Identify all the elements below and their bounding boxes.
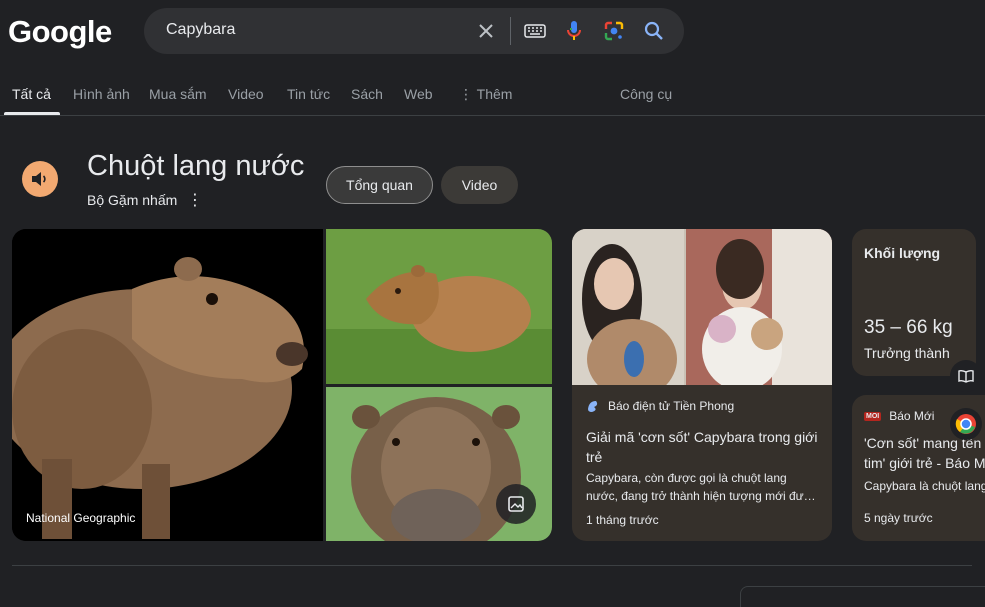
entity-title: Chuột lang nước: [87, 150, 305, 182]
next-section-box: [740, 586, 985, 607]
tab-more-label: Thêm: [476, 86, 513, 102]
news-snippet: Capybara, còn được gọi là chuột lang nướ…: [586, 471, 816, 503]
tab-more[interactable]: ⋮ Thêm: [459, 86, 512, 103]
google-logo[interactable]: Google: [8, 14, 112, 50]
image-credit: National Geographic: [26, 511, 136, 525]
news-source-label: Báo điện tử Tiền Phong: [608, 399, 735, 413]
book-icon[interactable]: [950, 360, 982, 392]
news-card[interactable]: Báo điện tử Tiền Phong Giải mã 'cơn sốt'…: [572, 229, 832, 541]
news-time: 5 ngày trước: [864, 511, 933, 525]
tab-all[interactable]: Tất cả: [12, 86, 51, 102]
news-source-label: Báo Mới: [889, 409, 935, 423]
section-divider: [12, 565, 972, 566]
news-time: 1 tháng trước: [586, 513, 659, 527]
more-options-icon[interactable]: ⋮: [187, 190, 203, 210]
news-title[interactable]: Giải mã 'cơn sốt' Capybara trong giới tr…: [586, 427, 820, 467]
weight-subtitle: Trưởng thành: [864, 345, 950, 361]
tab-shopping[interactable]: Mua sắm: [149, 86, 207, 102]
image-gallery-icon[interactable]: [496, 484, 536, 524]
tab-web[interactable]: Web: [404, 86, 433, 102]
source-logo-icon: MOI: [864, 411, 882, 421]
speaker-icon[interactable]: [22, 161, 58, 197]
microphone-icon[interactable]: [562, 19, 586, 43]
news-snippet: Capybara là chuột lang: [864, 479, 985, 493]
google-lens-icon[interactable]: [602, 19, 626, 43]
header-divider: [0, 115, 985, 116]
capybara-image-main[interactable]: National Geographic: [12, 229, 323, 541]
news-thumbnail: [572, 229, 832, 385]
chip-overview[interactable]: Tổng quan: [326, 166, 433, 204]
capybara-image-face[interactable]: [326, 387, 552, 541]
entity-subtitle: Bộ Gặm nhấm: [87, 192, 178, 208]
search-divider: [510, 17, 511, 45]
tab-images[interactable]: Hình ảnh: [73, 86, 130, 102]
source-logo-icon: [588, 401, 598, 412]
tab-books[interactable]: Sách: [351, 86, 383, 102]
tools-button[interactable]: Công cụ: [620, 86, 672, 102]
weight-card[interactable]: Khối lượng 35 – 66 kg Trưởng thành: [852, 229, 976, 376]
search-box[interactable]: Capybara: [144, 8, 684, 54]
weight-value: 35 – 66 kg: [864, 317, 953, 338]
news-title-line-2: tim' giới trẻ - Báo M: [864, 455, 985, 471]
more-vert-icon: ⋮: [459, 86, 473, 102]
news-source[interactable]: MOI Báo Mới: [864, 409, 934, 423]
chip-video[interactable]: Video: [441, 166, 518, 204]
close-icon[interactable]: [474, 19, 498, 43]
search-icon[interactable]: [642, 19, 666, 43]
tab-video[interactable]: Video: [228, 86, 264, 102]
keyboard-icon[interactable]: [523, 19, 547, 43]
search-input[interactable]: Capybara: [166, 21, 235, 39]
weight-label: Khối lượng: [864, 245, 941, 261]
capybara-image-grass[interactable]: [326, 229, 552, 384]
chrome-icon[interactable]: [950, 408, 982, 440]
news-source[interactable]: Báo điện tử Tiền Phong: [586, 399, 734, 413]
tab-news[interactable]: Tin tức: [287, 86, 330, 102]
